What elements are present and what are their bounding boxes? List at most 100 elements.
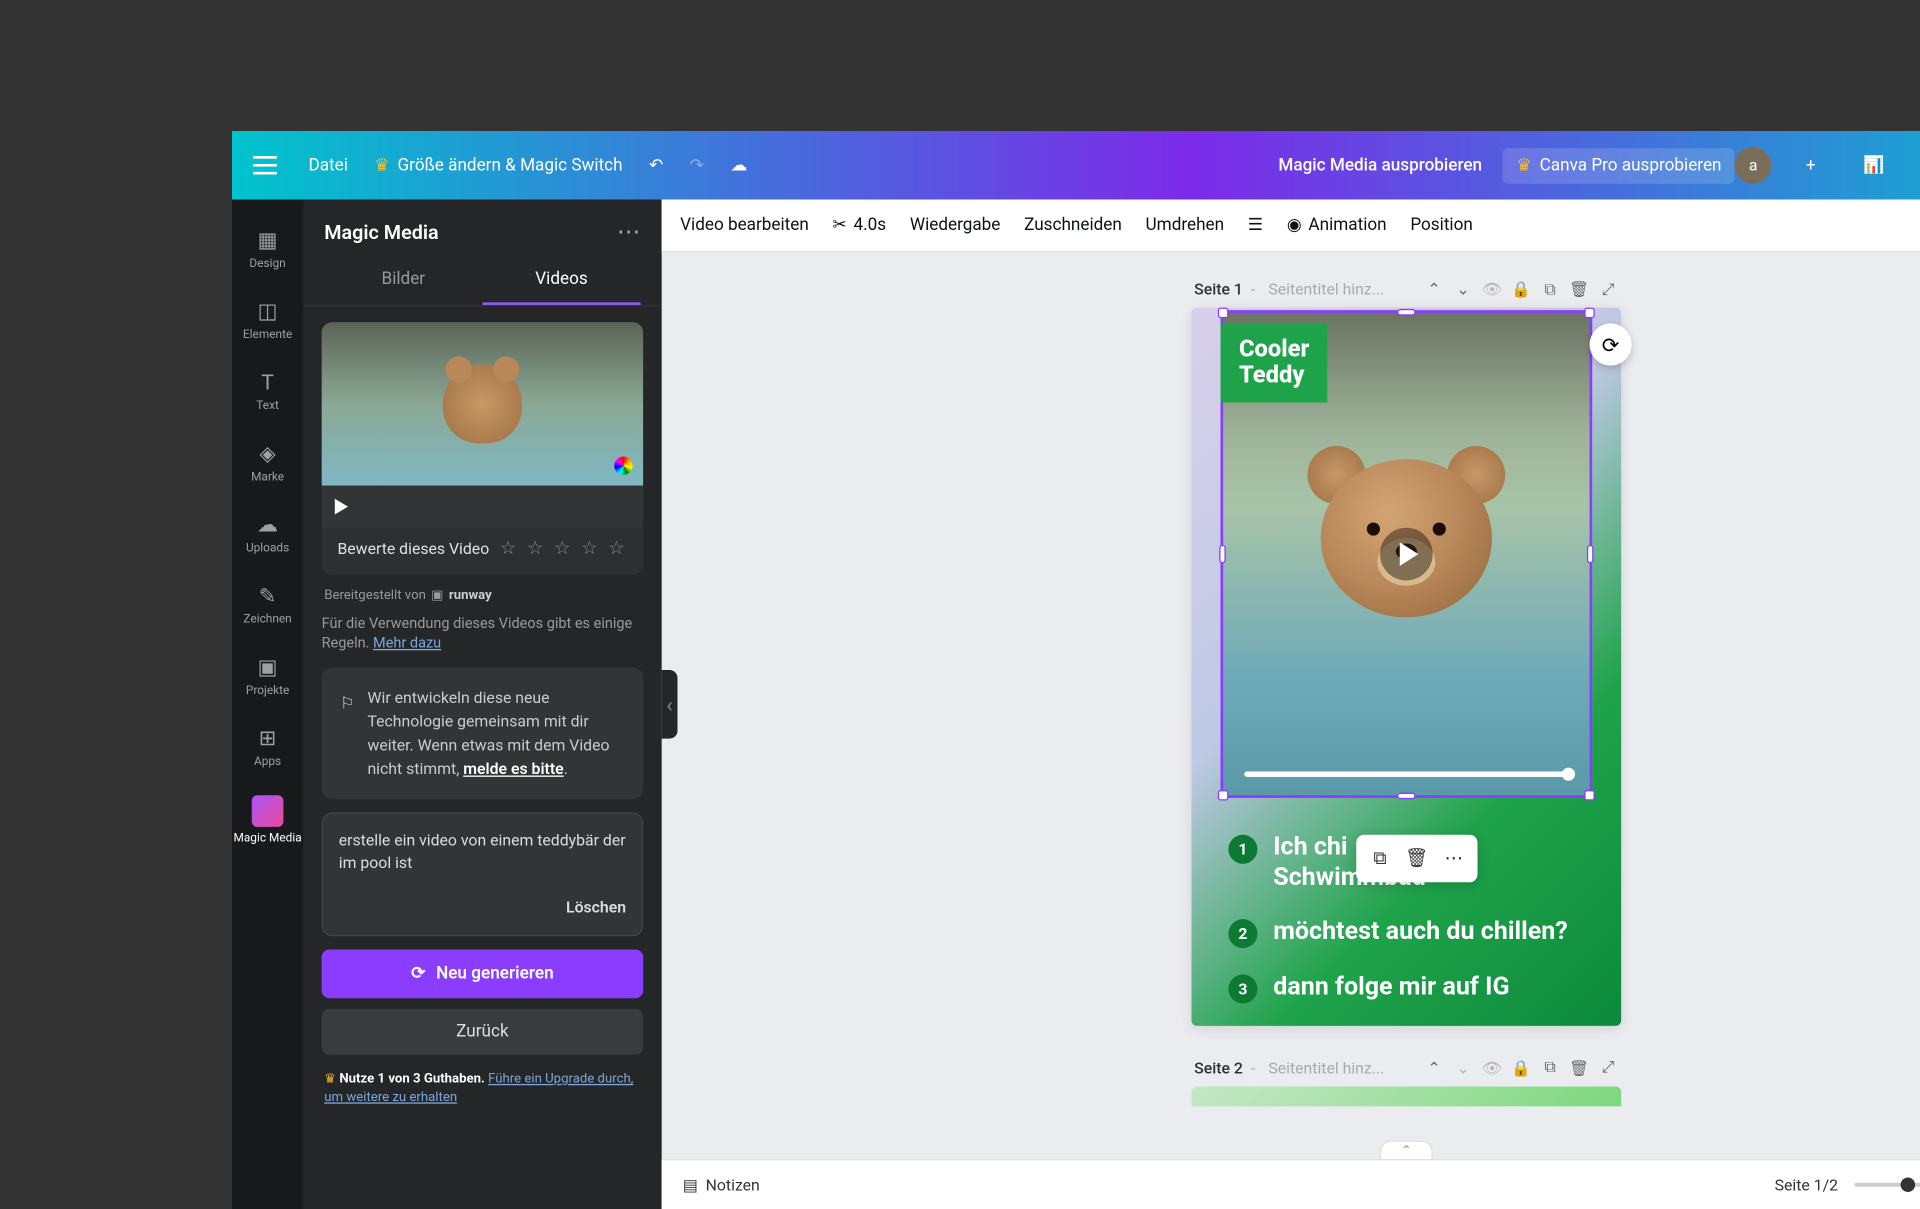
lock-page-button[interactable]: 🔒	[1510, 1058, 1531, 1079]
page-down-button[interactable]: ⌄	[1452, 279, 1473, 300]
runway-icon: ▣	[431, 588, 443, 602]
playback-button[interactable]: Wiedergabe	[910, 215, 1001, 235]
page-up-button[interactable]: ⌃	[1423, 279, 1444, 300]
refresh-icon: ⟳	[1602, 332, 1620, 357]
collapse-panel-button[interactable]: ‹	[662, 670, 678, 739]
rail-design[interactable]: ▦Design	[232, 213, 303, 284]
color-wheel-icon	[614, 457, 632, 475]
magic-media-panel: Magic Media ⋯ Bilder Videos Bewerte dies…	[303, 200, 661, 1209]
video-play-button[interactable]	[335, 499, 348, 515]
flip-button[interactable]: Umdrehen	[1146, 215, 1225, 235]
list-icon[interactable]: ☰	[1248, 215, 1263, 235]
page-2-title-input[interactable]: Seitentitel hinz...	[1263, 1058, 1415, 1079]
clear-prompt-button[interactable]: Löschen	[339, 897, 626, 919]
expand-page-button[interactable]: ⤢	[1597, 279, 1618, 300]
resize-handle-tr[interactable]	[1584, 308, 1595, 319]
page-indicator[interactable]: Seite 1/2	[1775, 1176, 1838, 1194]
report-link[interactable]: melde es bitte	[463, 759, 563, 777]
tab-images[interactable]: Bilder	[324, 256, 482, 305]
regenerate-button[interactable]: ⟳ Neu generieren	[322, 950, 644, 999]
rail-brand[interactable]: ◈Marke	[232, 426, 303, 497]
rail-draw[interactable]: ✎Zeichnen	[232, 569, 303, 640]
title-tag[interactable]: Cooler Teddy	[1221, 323, 1328, 402]
resize-handle-t[interactable]	[1397, 309, 1415, 316]
resize-magic-switch[interactable]: ♛ Größe ändern & Magic Switch	[374, 155, 622, 175]
duplicate-page-button[interactable]: ⧉	[1539, 279, 1560, 300]
copy-button[interactable]: ⧉	[1363, 841, 1397, 875]
rate-label: Bewerte dieses Video	[337, 540, 489, 558]
redo-button[interactable]: ↷	[690, 155, 704, 175]
cloud-sync-icon[interactable]: ☁	[730, 155, 747, 175]
page-1[interactable]: ⟳ Cooler Teddy ⧉ 🗑 ⋯ 1 Ich chiSchwimmbad	[1192, 308, 1622, 1026]
star-1[interactable]: ☆	[500, 538, 517, 559]
page-up-button[interactable]: ⌃	[1423, 1058, 1444, 1079]
canvas-area: Video bearbeiten ✂4.0s Wiedergabe Zuschn…	[662, 200, 1920, 1209]
teddy-preview	[443, 364, 522, 443]
delete-page-button[interactable]: 🗑	[1568, 1058, 1589, 1079]
timeline-toggle[interactable]: ⌃	[1380, 1141, 1433, 1159]
refresh-element-button[interactable]: ⟳	[1590, 323, 1632, 365]
rail-apps[interactable]: ⊞Apps	[232, 711, 303, 782]
lock-page-button[interactable]: 🔒	[1510, 279, 1531, 300]
star-5[interactable]: ☆	[608, 538, 625, 559]
panel-more-button[interactable]: ⋯	[617, 218, 641, 246]
document-title[interactable]: Magic Media ausprobieren	[1278, 155, 1482, 175]
dots-icon: ⋯	[1445, 848, 1463, 869]
resize-handle-tl[interactable]	[1218, 308, 1229, 319]
hamburger-menu[interactable]	[253, 156, 277, 174]
delete-button[interactable]: 🗑	[1400, 841, 1434, 875]
file-menu[interactable]: Datei	[308, 155, 347, 175]
rail-magic-media[interactable]: Magic Media	[232, 782, 303, 858]
star-4[interactable]: ☆	[581, 538, 598, 559]
duplicate-page-button[interactable]: ⧉	[1539, 1058, 1560, 1079]
edit-video-button[interactable]: Video bearbeiten	[680, 215, 809, 235]
add-member-button[interactable]: +	[1793, 147, 1829, 183]
expand-page-button[interactable]: ⤢	[1597, 1058, 1618, 1079]
list-item[interactable]: 3 dann folge mir auf IG	[1228, 971, 1594, 1003]
zoom-slider[interactable]	[1854, 1183, 1920, 1187]
page-down-button[interactable]: ⌄	[1452, 1058, 1473, 1079]
star-3[interactable]: ☆	[554, 538, 571, 559]
elements-icon: ◫	[254, 297, 280, 323]
page-1-title-input[interactable]: Seitentitel hinz...	[1263, 279, 1415, 300]
page-2[interactable]	[1192, 1087, 1622, 1107]
trim-duration-button[interactable]: ✂4.0s	[833, 215, 887, 235]
list-item[interactable]: 2 möchtest auch du chillen?	[1228, 916, 1594, 948]
regenerate-icon: ⟳	[411, 964, 425, 984]
rules-link[interactable]: Mehr dazu	[373, 635, 441, 652]
rail-uploads[interactable]: ☁Uploads	[232, 497, 303, 568]
resize-handle-b[interactable]	[1397, 793, 1415, 800]
brand-icon: ◈	[254, 439, 280, 465]
page-1-label: Seite 1	[1194, 280, 1243, 298]
insights-button[interactable]: 📊	[1850, 147, 1898, 183]
rail-elements[interactable]: ◫Elemente	[232, 284, 303, 355]
undo-button[interactable]: ↶	[649, 155, 663, 175]
page-2-header: Seite 2- Seitentitel hinz... ⌃ ⌄ 👁 🔒 ⧉ 🗑…	[1192, 1058, 1622, 1079]
video-thumbnail[interactable]	[322, 322, 644, 485]
tab-videos[interactable]: Videos	[482, 256, 640, 305]
try-pro-button[interactable]: ♛ Canva Pro ausprobieren	[1503, 147, 1734, 183]
crop-button[interactable]: Zuschneiden	[1024, 215, 1122, 235]
star-2[interactable]: ☆	[527, 538, 544, 559]
avatar[interactable]: a	[1735, 147, 1772, 184]
resize-handle-r[interactable]	[1587, 545, 1594, 563]
zoom-knob[interactable]	[1900, 1177, 1914, 1191]
notes-button[interactable]: ▤Notizen	[683, 1176, 760, 1194]
tool-rail: ▦Design ◫Elemente TText ◈Marke ☁Uploads …	[232, 200, 303, 1209]
hide-page-button[interactable]: 👁	[1481, 279, 1502, 300]
delete-page-button[interactable]: 🗑	[1568, 279, 1589, 300]
position-button[interactable]: Position	[1410, 215, 1473, 235]
hide-page-button[interactable]: 👁	[1481, 1058, 1502, 1079]
resize-handle-l[interactable]	[1219, 545, 1226, 563]
resize-handle-br[interactable]	[1584, 790, 1595, 801]
back-button[interactable]: Zurück	[322, 1009, 644, 1055]
rail-projects[interactable]: ▣Projekte	[232, 640, 303, 711]
feedback-notice: ⚐ Wir entwickeln diese neue Technologie …	[322, 667, 644, 799]
rail-text[interactable]: TText	[232, 355, 303, 426]
stage[interactable]: Seite 1- Seitentitel hinz... ⌃ ⌄ 👁 🔒 ⧉ 🗑…	[662, 252, 1920, 1159]
animation-button[interactable]: ◉Animation	[1287, 215, 1387, 235]
generated-video-card[interactable]: Bewerte dieses Video ☆ ☆ ☆ ☆ ☆	[322, 322, 644, 575]
prompt-textarea[interactable]: erstelle ein video von einem teddybär de…	[322, 812, 644, 936]
resize-handle-bl[interactable]	[1218, 790, 1229, 801]
more-button[interactable]: ⋯	[1437, 841, 1471, 875]
